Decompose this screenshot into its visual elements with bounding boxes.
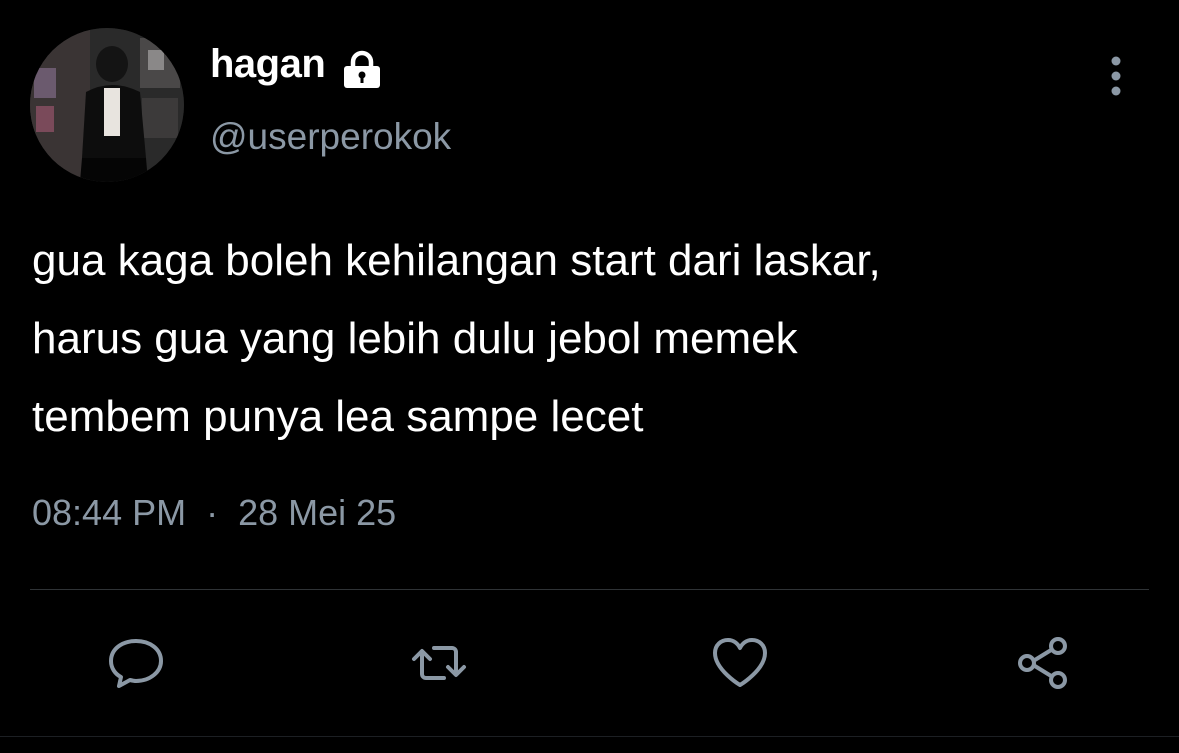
tweet-timestamp[interactable]: 08:44 PM · 28 Mei 25 xyxy=(32,492,396,534)
share-button[interactable] xyxy=(1012,632,1074,694)
divider xyxy=(30,589,1149,590)
bottom-border xyxy=(0,736,1179,737)
profile-photo xyxy=(30,28,184,182)
lock-icon xyxy=(340,50,384,90)
tweet-time: 08:44 PM xyxy=(32,492,187,533)
tweet-date: 28 Mei 25 xyxy=(238,492,397,533)
display-name[interactable]: hagan xyxy=(210,42,326,87)
tweet-text: gua kaga boleh kehilangan start dari las… xyxy=(32,236,881,441)
meta-separator: · xyxy=(206,492,219,533)
reply-button[interactable] xyxy=(105,632,167,694)
like-icon xyxy=(713,638,767,687)
retweet-button[interactable] xyxy=(408,632,470,694)
share-icon xyxy=(1018,637,1067,689)
more-vertical-icon[interactable] xyxy=(1096,52,1136,100)
user-handle[interactable]: @userperokok xyxy=(210,116,451,158)
avatar[interactable] xyxy=(30,28,184,182)
like-button[interactable] xyxy=(709,632,771,694)
retweet-icon xyxy=(412,646,466,680)
reply-icon xyxy=(109,639,163,688)
